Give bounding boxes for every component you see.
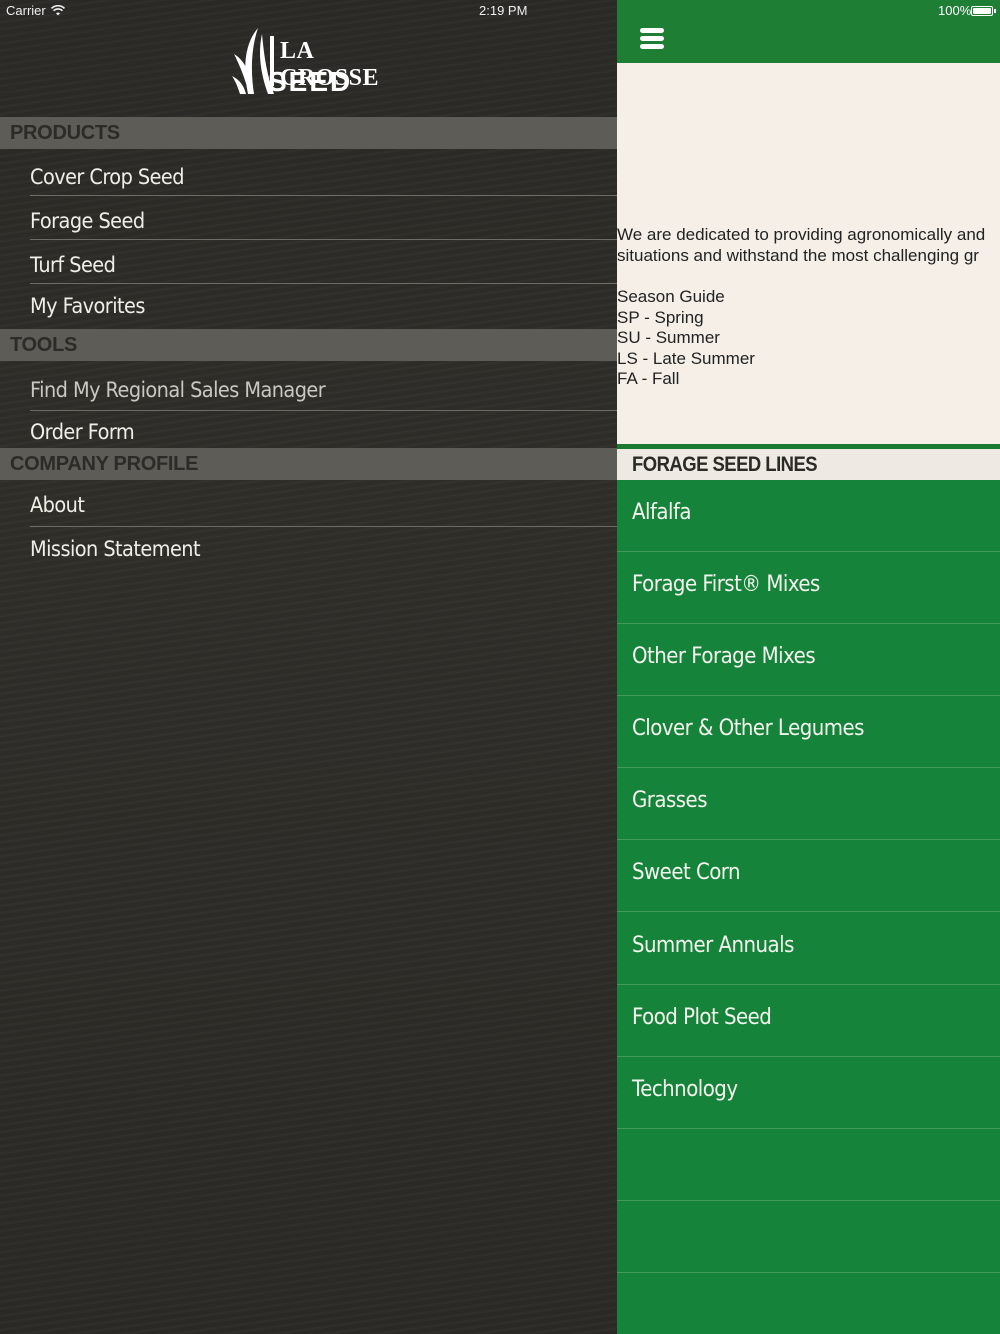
line-item-label: Summer Annuals <box>632 933 794 958</box>
top-bar: 100% <box>617 0 1000 63</box>
line-item-other-forage-mixes[interactable]: Other Forage Mixes <box>617 624 1000 696</box>
line-item-alfalfa[interactable]: Alfalfa <box>617 480 1000 552</box>
menu-item-cover-crop-seed[interactable]: Cover Crop Seed <box>30 163 570 191</box>
menu-item-turf-seed[interactable]: Turf Seed <box>30 251 570 279</box>
battery-icon <box>971 6 996 16</box>
season-guide: Season Guide SP - Spring SU - Summer LS … <box>617 287 755 390</box>
menu-item-forage-seed[interactable]: Forage Seed <box>30 207 570 235</box>
menu-item-order-form[interactable]: Order Form <box>30 418 570 446</box>
divider <box>30 195 617 196</box>
logo-text-seed: SEED <box>268 66 353 97</box>
line-item-label: Grasses <box>632 788 708 813</box>
line-item-label: Alfalfa <box>632 500 692 525</box>
la-crosse-seed-logo: LA CROSSE SEED <box>228 24 398 100</box>
section-header-company-profile: COMPANY PROFILE <box>0 448 617 480</box>
line-item-technology[interactable]: Technology <box>617 1057 1000 1129</box>
intro-line: situations and withstand the most challe… <box>617 245 979 265</box>
menu-item-my-favorites[interactable]: My Favorites <box>30 292 570 320</box>
carrier-label: Carrier <box>6 3 46 18</box>
forage-seed-lines-header: FORAGE SEED LINES <box>617 449 1000 480</box>
forage-seed-lines-title: FORAGE SEED LINES <box>632 453 818 476</box>
status-time: 2:19 PM <box>479 3 528 18</box>
line-item-label: Clover & Other Legumes <box>632 716 864 741</box>
line-item-label: Technology <box>632 1077 738 1102</box>
main-content-panel: 100% We are dedicated to providing agron… <box>617 0 1000 1334</box>
intro-text: We are dedicated to providing agronomica… <box>617 225 985 266</box>
hamburger-menu-icon[interactable] <box>640 28 664 52</box>
line-item-label: Food Plot Seed <box>632 1005 772 1030</box>
line-item-label: Forage First® Mixes <box>632 572 820 597</box>
line-item-label: Sweet Corn <box>632 860 741 885</box>
season-fall: FA - Fall <box>617 369 680 388</box>
divider <box>30 283 617 284</box>
menu-item-find-regional-sales-manager[interactable]: Find My Regional Sales Manager <box>30 376 570 404</box>
line-item-forage-first-mixes[interactable]: Forage First® Mixes <box>617 552 1000 624</box>
line-item-food-plot-seed[interactable]: Food Plot Seed <box>617 985 1000 1057</box>
line-item-label: Other Forage Mixes <box>632 644 816 669</box>
intro-line: We are dedicated to providing agronomica… <box>617 225 986 244</box>
line-item-empty <box>617 1129 1000 1201</box>
line-item-empty <box>617 1201 1000 1273</box>
side-drawer: Carrier 2:19 PM LA CROSSE SEED PRODUCTS … <box>0 0 617 1334</box>
wifi-icon <box>50 5 65 16</box>
intro-section: We are dedicated to providing agronomica… <box>617 63 1000 444</box>
season-guide-title: Season Guide <box>617 287 725 306</box>
battery-percent: 100% <box>938 3 972 18</box>
menu-item-mission-statement[interactable]: Mission Statement <box>30 535 570 563</box>
line-item-clover-other-legumes[interactable]: Clover & Other Legumes <box>617 696 1000 768</box>
divider <box>30 526 617 527</box>
divider <box>30 410 617 411</box>
season-spring: SP - Spring <box>617 307 704 327</box>
line-item-grasses[interactable]: Grasses <box>617 768 1000 840</box>
season-late-summer: LS - Late Summer <box>617 348 755 368</box>
section-header-tools: TOOLS <box>0 329 617 361</box>
season-summer: SU - Summer <box>617 328 720 347</box>
section-header-products: PRODUCTS <box>0 117 617 149</box>
line-item-sweet-corn[interactable]: Sweet Corn <box>617 840 1000 912</box>
divider <box>30 239 617 240</box>
menu-item-about[interactable]: About <box>30 491 570 519</box>
line-item-summer-annuals[interactable]: Summer Annuals <box>617 913 1000 985</box>
status-carrier: Carrier <box>6 3 65 18</box>
